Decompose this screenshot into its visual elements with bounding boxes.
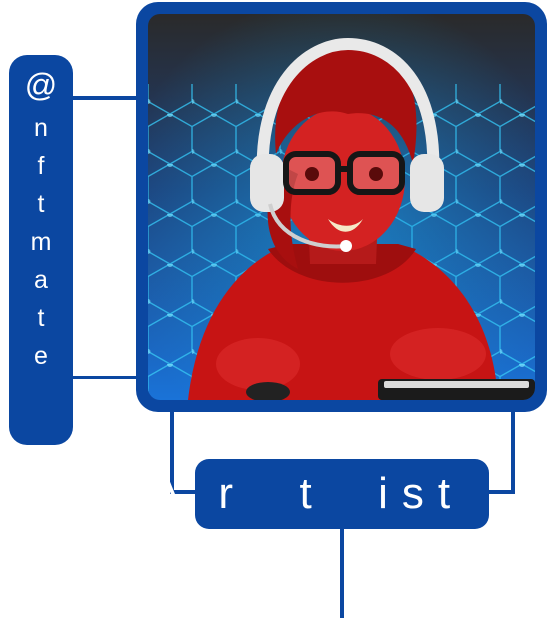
handle-char: t [37,304,45,332]
handle-char: @ [24,67,58,103]
avatar-artwork [148,14,535,400]
role-pill: A r t ist t [151,459,529,529]
connector-top [73,96,136,100]
connector-stem [340,529,344,618]
handle-char: e [34,342,48,370]
handle-char: a [34,266,48,294]
handle-pill: @ n f t m a t e [9,55,73,445]
handle-char: f [37,152,45,180]
artwork-frame [136,2,547,412]
handle-char: n [34,114,48,142]
connector-bottom [73,376,136,379]
role-label: A r t ist t [151,469,543,518]
handle-char: m [30,228,52,256]
handle-char: t [37,190,45,218]
